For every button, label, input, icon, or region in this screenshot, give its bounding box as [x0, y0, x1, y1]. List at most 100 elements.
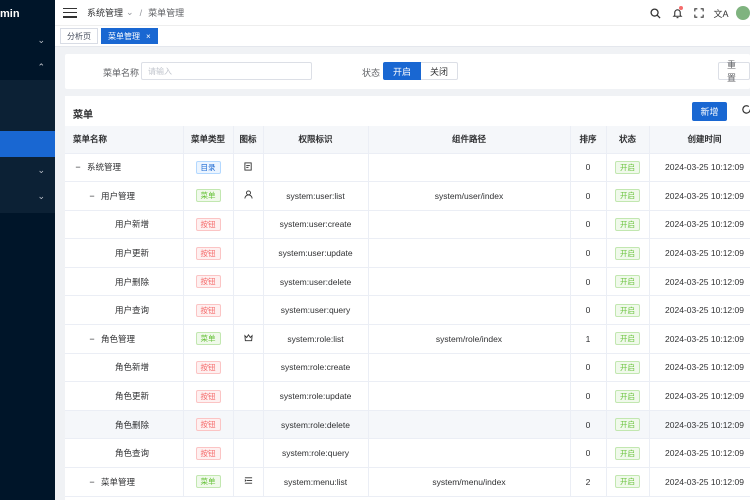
- cell-permission: system:role:list: [263, 324, 369, 354]
- app-logo: min: [0, 8, 20, 20]
- tab-label: 菜单管理: [108, 31, 140, 41]
- top-header: 系统管理 ⌄ / 菜单管理 文A: [55, 0, 750, 26]
- cell-menu-type: 菜单: [183, 181, 234, 211]
- table-row[interactable]: 用户查询 按钮 system:user:query 0 开启 2024-03-25 10:…: [65, 295, 750, 326]
- table-panel: 菜单 新增 菜单名称 菜单类型 图标 权限标识 组件路径 排序 状态 创建时间 − 系统管理 目录…: [65, 96, 750, 500]
- system-icon: [243, 162, 253, 173]
- breadcrumb: 系统管理 ⌄ / 菜单管理: [87, 6, 184, 19]
- collapse-icon[interactable]: −: [73, 162, 83, 172]
- cell-permission: system:user:query: [263, 295, 369, 326]
- col-menu-name: 菜单名称: [65, 126, 184, 154]
- cell-icon: [233, 438, 264, 469]
- tabs-bar: 分析页 菜单管理 ×: [55, 26, 750, 47]
- status-badge: 开启: [615, 360, 640, 374]
- cell-created-time: 2024-03-25 10:12:09: [649, 153, 750, 183]
- sidebar-group-3[interactable]: ⌄: [0, 157, 55, 183]
- tab-analysis[interactable]: 分析页: [60, 28, 98, 44]
- cell-sort: 0: [570, 295, 607, 326]
- panel-title: 菜单: [73, 110, 93, 121]
- table-row[interactable]: − 用户管理 菜单 system:user:list system/user/index…: [65, 181, 750, 211]
- status-on-button[interactable]: 开启: [383, 62, 422, 80]
- menu-name-text: 角色查询: [115, 448, 150, 459]
- cell-permission: system:user:update: [263, 238, 369, 268]
- table-row[interactable]: 角色查询 按钮 system:role:query 0 开启 2024-03-25 10:…: [65, 438, 750, 469]
- collapse-icon[interactable]: −: [87, 191, 97, 201]
- add-button[interactable]: 新增: [692, 102, 727, 121]
- cell-menu-name: 角色新增: [65, 353, 184, 383]
- cell-permission: system:role:create: [263, 353, 369, 383]
- cell-icon: [233, 467, 264, 497]
- cell-created-time: 2024-03-25 10:12:09: [649, 210, 750, 240]
- breadcrumb-parent[interactable]: 系统管理: [87, 6, 123, 19]
- table-row[interactable]: 角色更新 按钮 system:role:update 0 开启 2024-03-25 10…: [65, 381, 750, 411]
- sidebar-group-1[interactable]: ⌄: [0, 27, 55, 53]
- menu-name-text: 系统管理: [87, 162, 122, 173]
- sidebar-submenu: [0, 80, 55, 131]
- menu-type-tag: 按钮: [195, 418, 221, 432]
- chevron-down-icon: ⌄: [37, 190, 45, 201]
- refresh-icon[interactable]: [741, 104, 750, 118]
- header-actions: 文A: [644, 0, 750, 26]
- sidebar-group-2[interactable]: ⌃: [0, 54, 55, 80]
- cell-created-time: 2024-03-25 10:12:09: [649, 438, 750, 469]
- cell-component-path: [368, 381, 571, 411]
- table-row[interactable]: 角色删除 按钮 system:role:delete 0 开启 2024-03-25 10…: [65, 410, 750, 440]
- menu-type-tag: 目录: [195, 160, 221, 174]
- cell-permission: system:role:update: [263, 381, 369, 411]
- menu-fold-icon[interactable]: [63, 7, 77, 18]
- table-row[interactable]: 角色新增 按钮 system:role:create 0 开启 2024-03-25 10…: [65, 353, 750, 383]
- bell-icon[interactable]: [666, 0, 688, 26]
- cell-menu-type: 按钮: [183, 353, 234, 383]
- table-row[interactable]: − 角色管理 菜单 system:role:list system/role/index…: [65, 324, 750, 354]
- table-row[interactable]: − 系统管理 目录 0 开启 2024-03-25 10:12:09: [65, 153, 750, 183]
- menu-table: 菜单名称 菜单类型 图标 权限标识 组件路径 排序 状态 创建时间 − 系统管理 目录 0 开启 202…: [65, 126, 750, 497]
- table-row[interactable]: 用户新增 按钮 system:user:create 0 开启 2024-03-25 10…: [65, 210, 750, 240]
- search-icon[interactable]: [644, 0, 666, 26]
- menu-type-tag: 按钮: [195, 389, 221, 403]
- menu-type-tag: 菜单: [195, 189, 221, 203]
- menu-name-text: 用户更新: [115, 248, 150, 259]
- cell-menu-name: − 系统管理: [65, 153, 184, 183]
- cell-icon: [233, 267, 264, 297]
- cell-menu-name: 用户查询: [65, 295, 184, 326]
- user-icon: [243, 190, 253, 201]
- cell-permission: [263, 153, 369, 183]
- reset-button[interactable]: 重置: [718, 60, 750, 83]
- translate-icon[interactable]: 文A: [710, 0, 732, 26]
- menu-name-text: 用户新增: [115, 219, 150, 230]
- menu-name-label: 菜单名称: [103, 68, 140, 78]
- sidebar: min ⌄ ⌃ ⌄ ⌄: [0, 0, 55, 500]
- cell-component-path: [368, 295, 571, 326]
- collapse-icon[interactable]: −: [87, 334, 97, 344]
- status-off-button[interactable]: 关闭: [421, 62, 459, 80]
- cell-sort: 0: [570, 238, 607, 268]
- fullscreen-icon[interactable]: [688, 0, 710, 26]
- menu-type-tag: 菜单: [195, 475, 221, 489]
- cell-component-path: [368, 267, 571, 297]
- status-badge: 开启: [615, 389, 640, 403]
- cell-permission: system:menu:list: [263, 467, 369, 497]
- cell-component-path: [368, 210, 571, 240]
- sidebar-item-menu-active[interactable]: [0, 131, 55, 157]
- avatar[interactable]: [736, 6, 750, 20]
- cell-component-path: system/user/index: [368, 181, 571, 211]
- cell-icon: [233, 353, 264, 383]
- cell-component-path: [368, 438, 571, 469]
- cell-icon: [233, 295, 264, 326]
- cell-sort: 0: [570, 267, 607, 297]
- cell-created-time: 2024-03-25 10:12:09: [649, 410, 750, 440]
- table-row[interactable]: 用户更新 按钮 system:user:update 0 开启 2024-03-25 10…: [65, 238, 750, 268]
- cell-status: 开启: [606, 324, 650, 354]
- cell-status: 开启: [606, 410, 650, 440]
- collapse-icon[interactable]: −: [87, 477, 97, 487]
- chevron-down-icon: ⌄: [126, 7, 134, 17]
- close-icon[interactable]: ×: [146, 32, 151, 41]
- menu-name-input[interactable]: 请输入: [141, 62, 312, 80]
- col-status: 状态: [606, 126, 650, 154]
- table-row[interactable]: 用户删除 按钮 system:user:delete 0 开启 2024-03-25 10…: [65, 267, 750, 297]
- cell-created-time: 2024-03-25 10:12:09: [649, 353, 750, 383]
- cell-sort: 2: [570, 467, 607, 497]
- sidebar-group-4[interactable]: ⌄: [0, 183, 55, 209]
- tab-menu-management[interactable]: 菜单管理 ×: [101, 28, 158, 44]
- table-row[interactable]: − 菜单管理 菜单 system:menu:list system/menu/index…: [65, 467, 750, 497]
